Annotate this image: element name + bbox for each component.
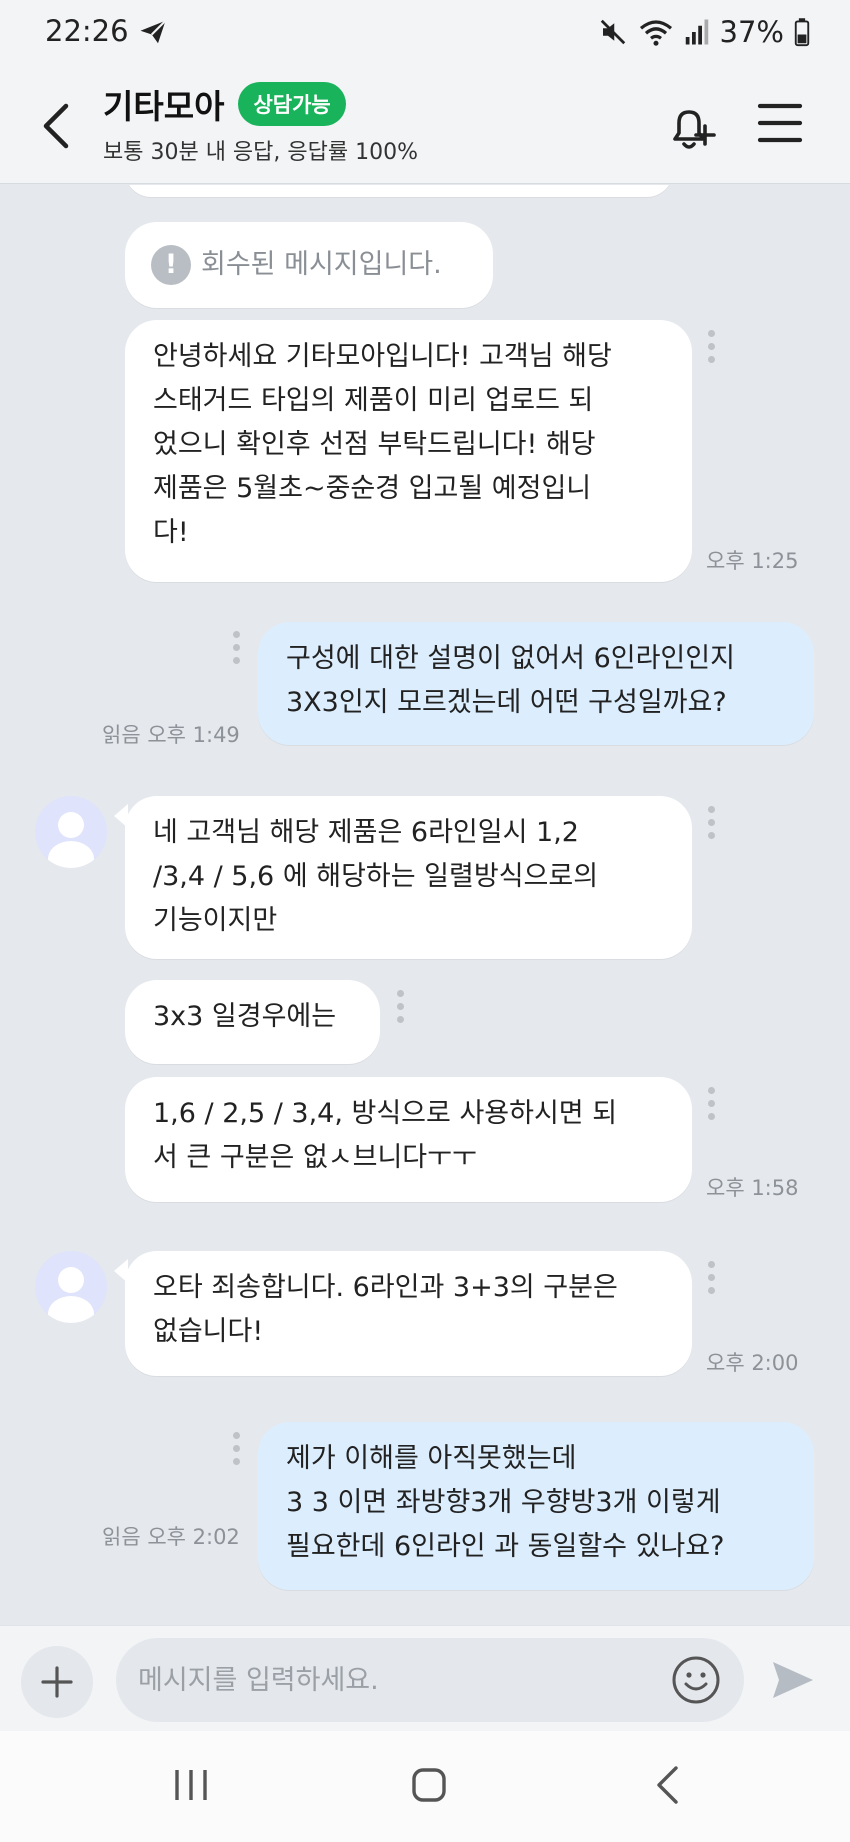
message-bubble-partial[interactable] <box>125 185 673 197</box>
incoming-message-bubble[interactable]: 네 고객님 해당 제품은 6라인일시 1,2 /3,4 / 5,6 에 해당하는… <box>125 796 692 959</box>
more-options-icon[interactable] <box>233 1432 241 1466</box>
more-options-icon[interactable] <box>708 806 716 840</box>
add-alarm-bell-icon[interactable] <box>662 98 720 156</box>
back-arrow-icon[interactable] <box>36 96 76 156</box>
signal-icon <box>685 19 708 45</box>
incoming-message-bubble[interactable]: 안녕하세요 기타모아입니다! 고객님 해당 스태거드 타입의 제품이 미리 업로… <box>125 320 692 582</box>
status-bar: 22:26 37% <box>0 0 850 66</box>
message-input[interactable] <box>116 1638 744 1722</box>
chat-header: 기타모아 상담가능 보통 30분 내 응답, 응답률 100% <box>0 66 850 184</box>
status-badge: 상담가능 <box>238 82 346 126</box>
read-status-time: 읽음 오후 2:02 <box>102 1525 240 1549</box>
wifi-icon <box>639 20 672 46</box>
title-row: 기타모아 상담가능 <box>103 80 346 128</box>
more-options-icon[interactable] <box>708 1087 716 1121</box>
send-icon[interactable] <box>770 1658 816 1702</box>
more-options-icon[interactable] <box>708 330 716 364</box>
plus-icon[interactable] <box>21 1646 93 1718</box>
incoming-message-bubble[interactable]: 오타 죄송합니다. 6라인과 3+3의 구분은 없습니다! <box>125 1251 692 1376</box>
more-options-icon[interactable] <box>397 990 405 1024</box>
outgoing-message-bubble[interactable]: 제가 이해를 아직못했는데 3 3 이면 좌방향3개 우향방3개 이렇게 필요한… <box>258 1422 814 1590</box>
message-time: 오후 1:25 <box>706 549 799 573</box>
status-time: 22:26 <box>45 14 129 48</box>
home-icon[interactable] <box>411 1767 447 1803</box>
read-status-time: 읽음 오후 1:49 <box>102 723 240 747</box>
emoji-icon[interactable] <box>670 1654 722 1706</box>
message-time: 오후 2:00 <box>706 1351 799 1375</box>
chat-title[interactable]: 기타모아 <box>103 80 224 128</box>
battery-percent: 37% <box>719 15 784 49</box>
battery-icon <box>794 18 810 47</box>
outgoing-message-bubble[interactable]: 구성에 대한 설명이 없어서 6인라인인지 3X3인지 모르겠는데 어떤 구성일… <box>258 622 814 745</box>
recalled-message-text: 회수된 메시지입니다. <box>201 249 442 280</box>
message-list[interactable]: ! 회수된 메시지입니다. 안녕하세요 기타모아입니다! 고객님 해당 스태거드… <box>0 185 850 1625</box>
telegram-send-icon <box>140 20 167 44</box>
status-right-group: 37% <box>598 14 810 50</box>
incoming-message-bubble[interactable]: 1,6 / 2,5 / 3,4, 방식으로 사용하시면 되 서 큰 구분은 없ㅅ… <box>125 1077 692 1202</box>
response-info: 보통 30분 내 응답, 응답률 100% <box>103 140 419 165</box>
avatar[interactable] <box>35 796 107 868</box>
mute-icon <box>600 19 625 45</box>
recent-apps-icon[interactable] <box>172 1767 210 1803</box>
chat-screen: 22:26 37% 기타모아 상담가능 보통 30분 내 응답, 응답률 100… <box>0 0 850 1842</box>
avatar[interactable] <box>35 1251 107 1323</box>
more-options-icon[interactable] <box>708 1261 716 1295</box>
message-time: 오후 1:58 <box>706 1176 799 1200</box>
recalled-message-bubble[interactable]: ! 회수된 메시지입니다. <box>125 222 493 308</box>
nav-back-icon[interactable] <box>654 1765 680 1805</box>
incoming-message-bubble[interactable]: 3x3 일경우에는 <box>125 980 380 1064</box>
message-input-bar <box>0 1625 850 1731</box>
more-options-icon[interactable] <box>233 631 241 665</box>
exclamation-icon: ! <box>151 245 191 285</box>
system-navigation-bar <box>0 1731 850 1842</box>
hamburger-menu-icon[interactable] <box>756 100 804 146</box>
